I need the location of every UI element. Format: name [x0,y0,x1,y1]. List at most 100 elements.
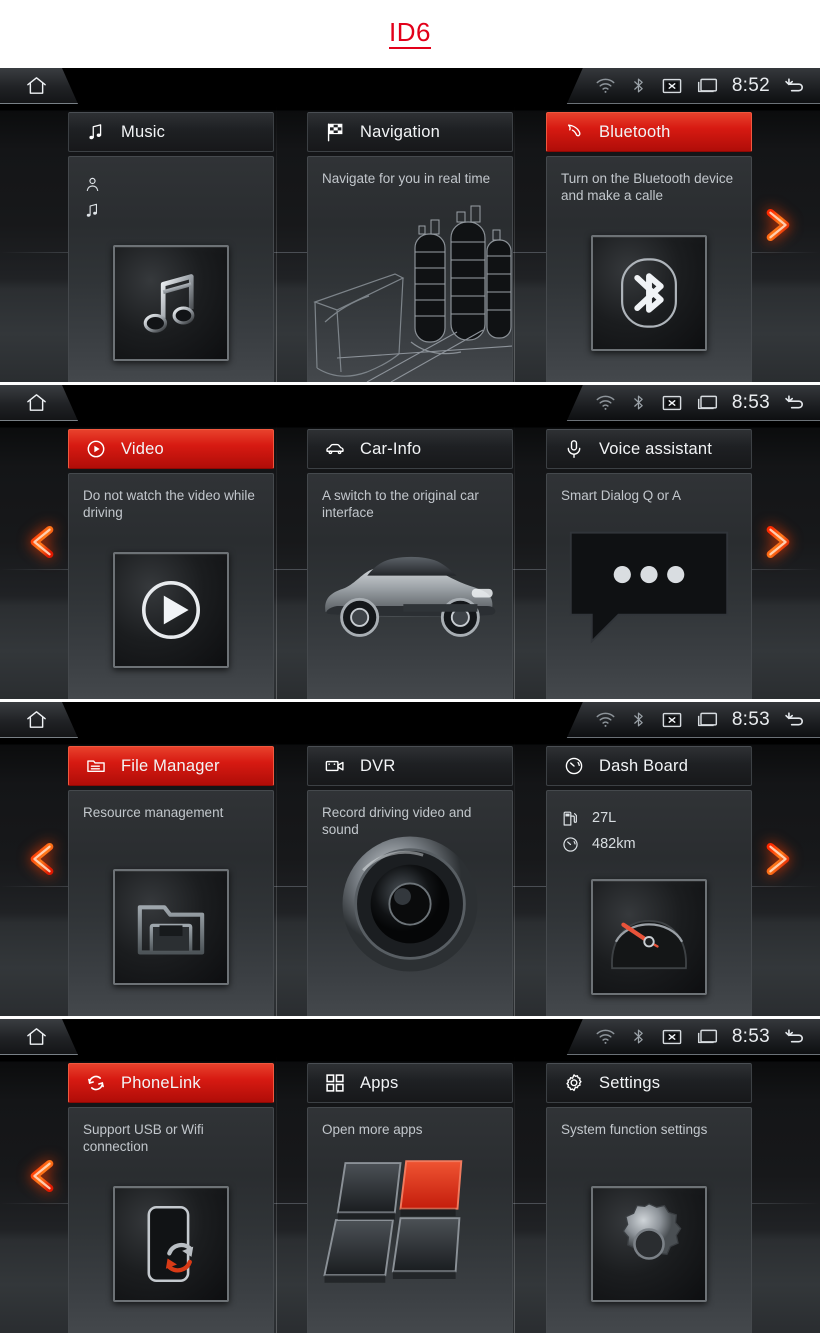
card-body-phonelink[interactable]: Support USB or Wifi connection [68,1107,274,1333]
card-title: Navigation [360,122,440,141]
back-arrow-icon [785,712,803,726]
card-apps[interactable]: Apps Open more apps [307,1063,513,1333]
card-dvr[interactable]: DVR Record driving video and sound [307,746,513,1016]
prev-page-arrow[interactable] [20,514,64,570]
status-bar: 8:53 [0,702,820,738]
card-title: Dash Board [599,756,689,775]
status-bar: 8:53 [0,385,820,421]
card-body-music[interactable] [68,156,274,382]
card-body-bluetooth[interactable]: Turn on the Bluetooth device and make a … [546,156,752,382]
card-file-manager[interactable]: File Manager Resource management [68,746,274,1016]
fuel-pump-icon [563,811,577,826]
card-thumbnail[interactable] [69,1186,273,1302]
card-thumbnail[interactable] [69,869,273,985]
card-video[interactable]: Video Do not watch the video while drivi… [68,429,274,699]
page-title: ID6 [389,18,431,50]
music-note-icon [89,124,102,140]
car-icon [326,443,344,455]
wifi-icon [596,78,615,93]
card-thumbnail[interactable] [69,245,273,361]
card-navigation[interactable]: Navigation Navigate for you in real time [307,112,513,382]
card-title: File Manager [121,756,220,775]
panel-1: 8:52 Music Navigation Navigate for you i… [0,68,820,382]
card-title: Bluetooth [599,122,671,141]
card-header-settings[interactable]: Settings [546,1063,752,1103]
card-title: Voice assistant [599,439,713,458]
status-bar: 8:53 [0,1019,820,1055]
home-button[interactable] [0,1019,78,1055]
card-header-music[interactable]: Music [68,112,274,152]
bluetooth-icon [634,78,643,93]
phone-handset-icon [567,124,581,137]
home-button[interactable] [0,68,78,104]
card-phonelink[interactable]: PhoneLink Support USB or Wifi connection [68,1063,274,1333]
status-clock: 8:53 [731,391,770,413]
stat-value: 482km [592,836,636,852]
person-icon [86,177,99,191]
card-body-dvr[interactable]: Record driving video and sound [307,790,513,1016]
card-header-apps[interactable]: Apps [307,1063,513,1103]
card-thumbnail[interactable] [547,1186,751,1302]
prev-page-arrow[interactable] [20,1148,64,1204]
phonelink-art [147,1205,194,1283]
card-header-dvr[interactable]: DVR [307,746,513,786]
card-voice-assistant[interactable]: Voice assistant Smart Dialog Q or A [546,429,752,699]
wifi-icon [596,395,615,410]
card-header-dash-board[interactable]: Dash Board [546,746,752,786]
card-title: PhoneLink [121,1073,201,1092]
card-body-video[interactable]: Do not watch the video while driving [68,473,274,699]
card-header-navigation[interactable]: Navigation [307,112,513,152]
card-description: System function settings [561,1122,708,1137]
card-music[interactable]: Music [68,112,274,382]
card-title: Apps [360,1073,399,1092]
card-body-navigation[interactable]: Navigate for you in real time [307,156,513,382]
prev-page-arrow[interactable] [20,831,64,887]
card-header-phonelink[interactable]: PhoneLink [68,1063,274,1103]
gauge-icon [565,757,583,775]
stat-value: 27L [592,810,617,826]
card-illustration [308,1108,512,1333]
next-page-arrow[interactable] [756,514,800,570]
card-header-file-manager[interactable]: File Manager [68,746,274,786]
back-arrow-icon [785,78,803,92]
stat-row: 482km [561,831,737,857]
card-stats: 27L 482km [561,805,737,857]
mute-box-icon [662,78,682,93]
status-clock: 8:53 [731,1025,770,1047]
card-header-video[interactable]: Video [68,429,274,469]
bluetooth-icon [634,712,643,727]
checkered-flag-icon [327,123,343,142]
card-body-file-manager[interactable]: Resource management [68,790,274,1016]
display-icon [697,395,717,410]
status-tray: 8:53 [566,385,820,421]
next-page-arrow[interactable] [756,831,800,887]
card-description: Do not watch the video while driving [83,488,255,520]
card-thumbnail[interactable] [69,552,273,668]
card-title: Settings [599,1073,661,1092]
card-body-apps[interactable]: Open more apps [307,1107,513,1333]
display-icon [697,78,717,93]
music-note-art [143,274,195,333]
card-dash-board[interactable]: Dash Board 27L 482km [546,746,752,1016]
card-description: Record driving video and sound [322,805,472,837]
card-body-car-info[interactable]: A switch to the original car interface [307,473,513,699]
card-body-dash-board[interactable]: 27L 482km [546,790,752,1016]
card-body-voice-assistant[interactable]: Smart Dialog Q or A [546,473,752,699]
stat-row [83,171,259,197]
card-grid: File Manager Resource management DVR Rec… [0,746,820,1016]
card-settings[interactable]: Settings System function settings [546,1063,752,1333]
music-note-icon [86,203,98,217]
home-button[interactable] [0,385,78,421]
next-page-arrow[interactable] [756,197,800,253]
card-car-info[interactable]: Car-Info A switch to the original car in… [307,429,513,699]
card-header-car-info[interactable]: Car-Info [307,429,513,469]
page-title-bar: ID6 [0,0,820,68]
card-description: Resource management [83,805,224,820]
card-thumbnail[interactable] [547,235,751,351]
card-body-settings[interactable]: System function settings [546,1107,752,1333]
card-bluetooth[interactable]: Bluetooth Turn on the Bluetooth device a… [546,112,752,382]
card-header-bluetooth[interactable]: Bluetooth [546,112,752,152]
card-thumbnail[interactable] [547,879,751,995]
home-button[interactable] [0,702,78,738]
card-header-voice-assistant[interactable]: Voice assistant [546,429,752,469]
